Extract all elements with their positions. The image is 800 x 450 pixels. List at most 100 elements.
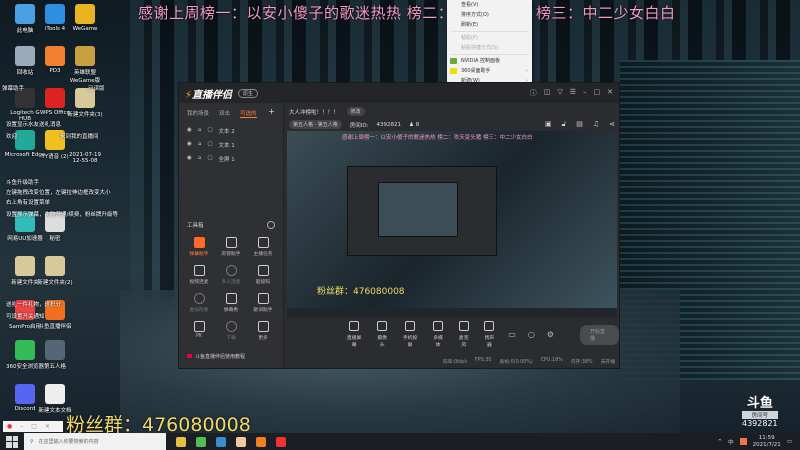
tray-app-icon[interactable] (739, 438, 747, 445)
context-menu-item[interactable]: 刷新(E) (447, 20, 532, 30)
scene-panel: 我的场景 双击 可选的 + ◉ ⌂ ▢ 文本 2 ◉ ⌂ ▢ 文本 1 ◉ ⌂ ▢ 全屏 1 工具箱 … (179, 103, 284, 368)
fans-count: ♟ 8 (409, 121, 420, 128)
help-icon[interactable]: ⓘ (530, 88, 537, 98)
tab-optional[interactable]: 可选的 (240, 109, 257, 118)
control-screen-share[interactable]: 直播屏幕 (345, 321, 363, 348)
skin-icon[interactable]: ◫ (544, 88, 551, 98)
start-button[interactable] (6, 435, 18, 448)
lock-icon[interactable]: ⌂ (198, 155, 202, 163)
share-icon[interactable]: ⋖ (609, 120, 615, 129)
tray-chevron-icon[interactable]: ^ (717, 439, 722, 445)
settings-icon[interactable]: ⚙ (547, 330, 554, 339)
taskbar-app-icon[interactable] (256, 436, 266, 447)
tool-icon (257, 265, 269, 276)
record-icon[interactable]: ▭ (508, 330, 516, 339)
taskbar-app-icon[interactable] (176, 436, 186, 447)
control-speaker[interactable]: 扬声器 (483, 321, 497, 348)
tool-item[interactable]: 歌词助手 (247, 293, 279, 313)
desktop-icon-image (15, 4, 35, 24)
tool-item[interactable]: 超级码 (247, 265, 279, 285)
control-phone-cast[interactable]: 手机投屏 (401, 321, 419, 348)
minimize-button[interactable]: – (583, 88, 587, 98)
room-label: 房间号 (742, 411, 778, 419)
add-scene-button[interactable]: + (268, 108, 275, 118)
tool-item[interactable]: 弹幕秀 (215, 293, 247, 313)
tool-item[interactable]: PK (183, 321, 215, 341)
tool-item[interactable]: 多人连麦 (215, 265, 247, 285)
box-icon[interactable]: ▤ (576, 120, 583, 129)
taskbar-app-icon[interactable] (236, 436, 246, 447)
start-live-button[interactable]: 开始直播 (579, 324, 619, 345)
context-menu-item[interactable]: 查看(V) (447, 0, 532, 10)
overlay-note: 弹幕助手 (2, 86, 25, 92)
tool-label: 弹幕秀 (223, 308, 239, 313)
tool-item[interactable]: 虚拟形象 (183, 293, 215, 313)
category-tag[interactable]: 第五人格 · 第五人格 (289, 120, 342, 129)
eye-icon[interactable]: ◉ (187, 155, 192, 163)
room-number: 4392821 (742, 419, 778, 428)
lock-icon[interactable]: ⌂ (198, 141, 202, 149)
scene-label: 全屏 1 (218, 157, 235, 163)
desktop-icon-image (45, 46, 65, 66)
tab-double[interactable]: 双击 (219, 109, 230, 118)
scene-item[interactable]: ◉ ⌂ ▢ 全屏 1 (179, 152, 283, 166)
minimized-window[interactable]: ● – □ ✕ (3, 421, 63, 432)
taskbar-app-icon[interactable] (276, 436, 286, 447)
tool-icon (225, 237, 237, 248)
tool-item[interactable]: 更多 (247, 321, 279, 341)
menu-icon[interactable]: ☰ (570, 88, 576, 98)
edit-title-button[interactable]: 修改 (346, 107, 365, 116)
tab-my-scenes[interactable]: 我的场景 (187, 109, 209, 118)
tool-icon (257, 293, 269, 304)
desktop-icon[interactable]: 英雄联盟WeGame版 (64, 46, 106, 84)
maximize-button[interactable]: □ (594, 88, 601, 98)
microphone-icon (458, 321, 469, 331)
control-label: 扬声器 (484, 336, 495, 348)
tool-item[interactable]: 房管助手 (215, 237, 247, 257)
filter-icon[interactable]: ▽ (557, 88, 562, 98)
desktop-icon-image (15, 46, 35, 66)
toolbox-settings-icon[interactable] (267, 221, 275, 229)
control-media[interactable]: 多媒体 (431, 321, 445, 348)
desktop-icon[interactable]: 新建文件夹(2) (34, 256, 76, 286)
scene-item[interactable]: ◉ ⌂ ▢ 文本 1 (179, 138, 283, 152)
eye-icon[interactable]: ◉ (187, 127, 192, 135)
app-name: 直播伴侣 (192, 89, 233, 101)
status-item: 丢帧:0(0.00%) (499, 360, 533, 365)
taskbar-app-icon[interactable] (216, 436, 226, 447)
stream-preview[interactable]: 感谢上周榜一：以安小傻子的歌迷热热 榜二：攻天变头猪 榜三：中二少女白白 粉丝群… (287, 131, 617, 317)
context-menu-item[interactable]: 360桌面助手 › (447, 66, 532, 76)
eye-icon[interactable]: ◉ (187, 141, 192, 149)
desktop-icon-image (45, 384, 65, 404)
scene-type-icon: ▢ (207, 155, 213, 161)
taskbar-search[interactable]: ⚲ 在这里输入你要搜索的内容 (24, 433, 166, 450)
version-badge[interactable]: 原生 (238, 88, 259, 98)
close-button[interactable]: ✕ (607, 88, 613, 98)
desktop-icon[interactable]: 第五人格 (34, 340, 76, 370)
tool-item[interactable]: 视频连麦 (183, 265, 215, 285)
gift-icon[interactable]: ▣ (545, 120, 552, 129)
tool-item[interactable]: 弹幕助手 (183, 237, 215, 257)
scene-item[interactable]: ◉ ⌂ ▢ 文本 2 (179, 124, 283, 138)
date: 2021/7/21 (752, 441, 781, 448)
tutorial-link[interactable]: 斗鱼直播伴侣使用教程 (187, 353, 245, 360)
lock-icon[interactable]: ⌂ (198, 127, 202, 135)
desktop-icon-label: 新建文件夹(3) (67, 112, 103, 118)
lock-icon[interactable]: 🔓︎ (562, 120, 567, 129)
context-menu-item[interactable]: 排序方式(O) (447, 10, 532, 20)
menu-item-icon (450, 68, 457, 74)
bell-icon[interactable]: ♫ (593, 120, 599, 129)
clock[interactable]: 11:59 2021/7/21 (753, 435, 781, 449)
notification-icon[interactable]: ▭ (787, 439, 792, 445)
control-microphone[interactable]: 麦克风 (457, 321, 471, 348)
menu-item-label: 360桌面助手 (461, 68, 491, 74)
tool-item[interactable]: 主播任务 (247, 237, 279, 257)
ime-indicator[interactable]: 中 (728, 438, 734, 446)
context-menu-item[interactable]: NVIDIA 控制面板 (447, 56, 532, 66)
control-camera[interactable]: 摄像头 (375, 321, 389, 348)
taskbar-app-icon[interactable] (196, 436, 206, 447)
tool-item[interactable]: 下载 (215, 321, 247, 341)
beauty-icon[interactable]: ○ (528, 330, 535, 339)
desktop-icon[interactable]: 新建文件夹(3) (64, 88, 106, 118)
desktop-icon[interactable]: WeGame (64, 4, 106, 32)
